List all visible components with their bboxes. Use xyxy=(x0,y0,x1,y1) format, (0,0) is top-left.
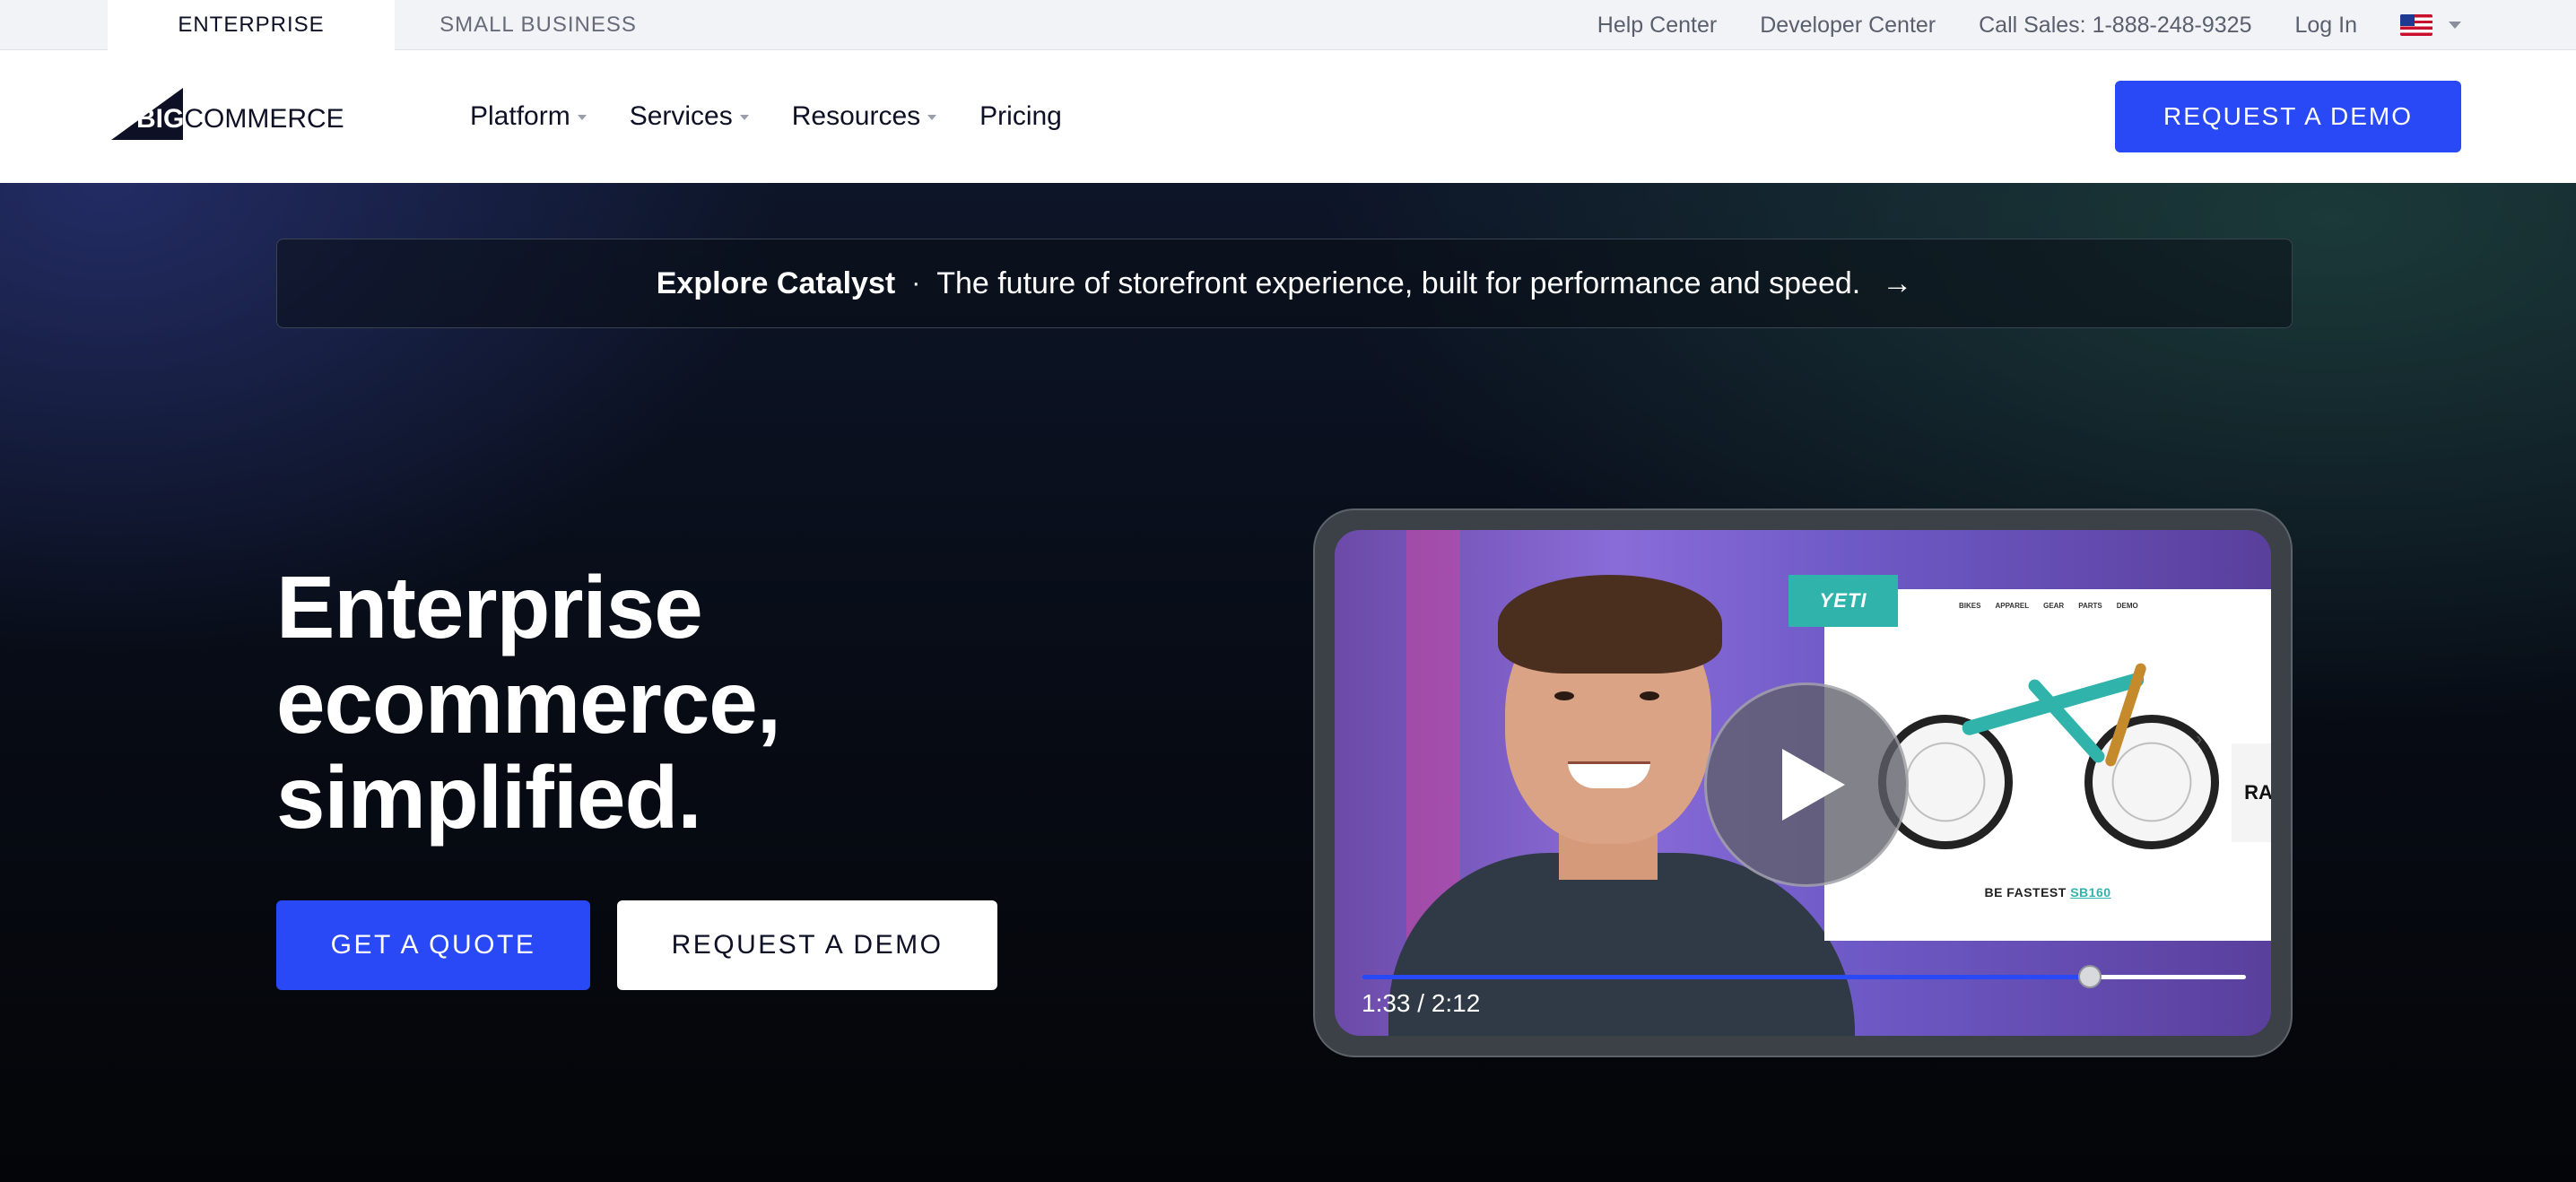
seek-thumb[interactable] xyxy=(2078,965,2102,988)
seek-progress xyxy=(1362,975,2091,979)
tab-small-business[interactable]: SMALL BUSINESS xyxy=(395,0,682,50)
nav-item-label: Pricing xyxy=(979,101,1062,131)
announcement-separator: · xyxy=(911,268,921,298)
play-button[interactable] xyxy=(1704,682,1909,887)
storefront-nav: BIKES APPAREL GEAR PARTS DEMO xyxy=(1959,602,2138,610)
get-quote-button[interactable]: GET A QUOTE xyxy=(276,900,590,990)
login-link[interactable]: Log In xyxy=(2294,13,2357,39)
nav-menu: Platform Services Resources Pricing xyxy=(470,50,1062,183)
headline-line: ecommerce, xyxy=(276,653,781,752)
tab-enterprise[interactable]: ENTERPRISE xyxy=(108,0,395,50)
nav-item-pricing[interactable]: Pricing xyxy=(979,101,1062,132)
catalyst-announcement-banner[interactable]: Explore Catalyst · The future of storefr… xyxy=(276,239,2293,328)
chevron-right-icon: › xyxy=(2196,727,2203,750)
nav-item-platform[interactable]: Platform xyxy=(470,101,587,132)
developer-center-link[interactable]: Developer Center xyxy=(1760,13,1936,39)
utility-bar: ENTERPRISE SMALL BUSINESS Help Center De… xyxy=(0,0,2576,50)
main-nav: BIGCOMMERCE Platform Services Resources … xyxy=(0,50,2576,183)
yeti-logo: YETI xyxy=(1788,575,1898,627)
storefront-side-card: RA xyxy=(2232,743,2271,842)
chevron-down-icon xyxy=(2449,22,2461,29)
hero-section: Explore Catalyst · The future of storefr… xyxy=(0,183,2576,1182)
announcement-text: The future of storefront experience, bui… xyxy=(936,265,1861,300)
arrow-right-icon: → xyxy=(1882,265,1913,300)
logo-big-text: BIG xyxy=(136,104,185,134)
chevron-down-icon xyxy=(927,115,937,120)
headline-line: Enterprise xyxy=(276,558,703,656)
headline-line: simplified. xyxy=(276,748,702,847)
play-icon xyxy=(1782,749,1845,821)
utility-links: Help Center Developer Center Call Sales:… xyxy=(1597,0,2461,50)
chevron-down-icon xyxy=(739,115,749,120)
bike-image xyxy=(1878,643,2219,858)
bigcommerce-logo[interactable]: BIGCOMMERCE xyxy=(111,83,344,145)
request-demo-button-hero[interactable]: REQUEST A DEMO xyxy=(617,900,997,990)
video-time-display: 1:33 / 2:12 xyxy=(1362,989,1481,1017)
request-demo-button-nav[interactable]: REQUEST A DEMO xyxy=(2115,81,2461,152)
nav-item-resources[interactable]: Resources xyxy=(791,101,937,132)
chevron-down-icon xyxy=(577,115,587,120)
us-flag-icon xyxy=(2400,14,2432,36)
call-sales-link[interactable]: Call Sales: 1-888-248-9325 xyxy=(1979,13,2251,39)
hero-headline: Enterprise ecommerce, simplified. xyxy=(276,560,1083,845)
nav-item-label: Resources xyxy=(791,101,921,131)
video-player: BIKES APPAREL GEAR PARTS DEMO BE FASTEST… xyxy=(1313,508,2293,1057)
nav-item-label: Platform xyxy=(470,101,570,131)
locale-selector[interactable] xyxy=(2400,14,2461,36)
announcement-title: Explore Catalyst xyxy=(656,265,896,300)
nav-item-services[interactable]: Services xyxy=(630,101,749,132)
help-center-link[interactable]: Help Center xyxy=(1597,13,1717,39)
video-seek-bar[interactable] xyxy=(1362,965,2246,988)
video-screen[interactable]: BIKES APPAREL GEAR PARTS DEMO BE FASTEST… xyxy=(1335,530,2271,1036)
logo-commerce-text: COMMERCE xyxy=(184,104,344,134)
storefront-tagline: BE FASTEST SB160 xyxy=(1984,885,2111,900)
nav-item-label: Services xyxy=(629,101,733,131)
